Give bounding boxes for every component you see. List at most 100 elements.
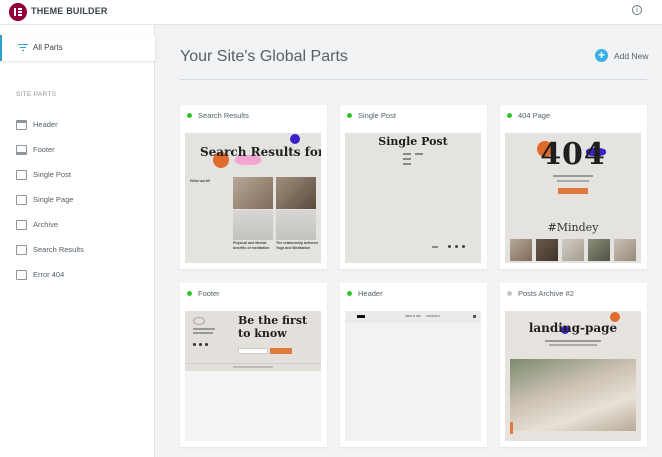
page-title: Your Site's Global Parts [180,48,348,65]
card-preview[interactable]: Search Results for: Hello world! Physica… [185,133,321,263]
part-card-footer[interactable]: Footer Be the first to know [180,283,327,447]
preview-accent [510,422,513,434]
card-preview[interactable]: Be the first to know [185,311,321,371]
card-preview[interactable]: Single Post [345,133,481,263]
card-title: Single Post [358,111,396,120]
preview-heading: Search Results for: [200,145,321,159]
preview-text-line [557,180,589,182]
preview-meta [403,163,411,165]
add-new-button[interactable]: + Add New [595,49,657,65]
social-dot [193,343,196,346]
card-title: 404 Page [518,111,551,120]
preview-input [238,348,268,354]
preview-photo [510,239,532,261]
divider [180,79,647,80]
filter-icon [18,44,28,52]
single-page-icon [16,195,27,205]
preview-logo [357,315,365,318]
status-dot [347,291,352,296]
preview-heading: landing-page [528,321,618,335]
preview-photo-fade [233,210,273,240]
preview-hero-photo [510,359,636,431]
sidebar-item-error-404[interactable]: Error 404 [16,269,146,283]
sidebar-item-label: Single Post [33,170,71,179]
sidebar-item-label: Error 404 [33,270,65,279]
social-dot [199,343,202,346]
sidebar-item-search-results[interactable]: Search Results [16,244,146,258]
card-preview[interactable]: 404 #Mindey [505,133,641,263]
preview-menu-icon [473,315,476,318]
preview-photo [536,239,558,261]
preview-meta [415,153,423,155]
preview-button [270,348,292,354]
preview-heading: Single Post [378,135,448,148]
app-title: THEME BUILDER [31,6,108,16]
preview-heading: Be the first to know [238,314,308,340]
part-card-404-page[interactable]: 404 Page 404 #Mindey [500,105,647,269]
preview-meta [403,158,411,160]
header-icon [16,120,27,130]
footer-icon [16,145,27,155]
preview-blank [185,371,321,441]
plus-icon: + [595,49,608,62]
sidebar-item-single-page[interactable]: Single Page [16,194,146,208]
info-icon[interactable]: i [632,5,642,15]
preview-nav-item: ABOUT ME [405,314,421,318]
preview-handle: #Mindey [547,221,599,234]
purple-blob [290,134,300,144]
preview-post-title: Physical and Mental benefits of meditati… [233,241,270,250]
card-title: Search Results [198,111,249,120]
preview-text-line [549,344,597,346]
preview-meta [403,153,411,155]
card-preview[interactable]: landing-page [505,311,641,441]
card-title: Footer [198,289,220,298]
preview-copyright [233,366,273,368]
preview-text-line [193,332,213,334]
sidebar-item-label: Archive [33,220,59,229]
archive-icon [16,220,27,230]
elementor-logo-icon [9,3,27,21]
preview-photo [614,239,636,261]
status-dot [187,291,192,296]
preview-photo [276,177,316,209]
status-dot [187,113,192,118]
status-dot [347,113,352,118]
preview-photo-fade [276,210,316,240]
sidebar-section-header: SITE PARTS [16,91,57,98]
preview-divider [185,363,321,364]
sidebar-item-header[interactable]: Header [16,119,146,133]
sidebar-item-label: Header [33,120,58,129]
sidebar-item-label: All Parts [33,43,63,52]
preview-text-line [545,340,601,342]
preview-404: 404 [540,137,606,172]
preview-share [432,246,438,248]
sidebar-item-single-post[interactable]: Single Post [16,169,146,183]
card-preview[interactable]: ABOUT ME CONTACT [345,311,481,441]
part-card-header[interactable]: Header ABOUT ME CONTACT [340,283,487,447]
part-card-search-results[interactable]: Search Results Search Results for: Hello… [180,105,327,269]
sidebar-item-all-parts[interactable]: All Parts [0,35,155,61]
preview-hello: Hello world! [190,179,211,183]
preview-text-line [193,328,215,330]
preview-photo [562,239,584,261]
social-dot [455,245,458,248]
sidebar-item-label: Footer [33,145,55,154]
sidebar: All Parts SITE PARTS Header Footer Singl… [0,25,155,457]
part-card-single-post[interactable]: Single Post Single Post [340,105,487,269]
preview-photo [588,239,610,261]
sidebar-item-archive[interactable]: Archive [16,219,146,233]
search-results-icon [16,245,27,255]
social-dot [205,343,208,346]
status-dot [507,113,512,118]
sidebar-item-footer[interactable]: Footer [16,144,146,158]
preview-photo [233,177,273,209]
top-bar: THEME BUILDER i [0,0,662,25]
single-post-icon [16,170,27,180]
status-dot [507,291,512,296]
part-card-posts-archive-2[interactable]: Posts Archive #2 landing-page [500,283,647,447]
preview-nav-item: CONTACT [426,314,441,318]
add-new-label: Add New [614,51,649,61]
card-title: Header [358,289,383,298]
preview-logo [193,317,205,325]
social-dot [448,245,451,248]
